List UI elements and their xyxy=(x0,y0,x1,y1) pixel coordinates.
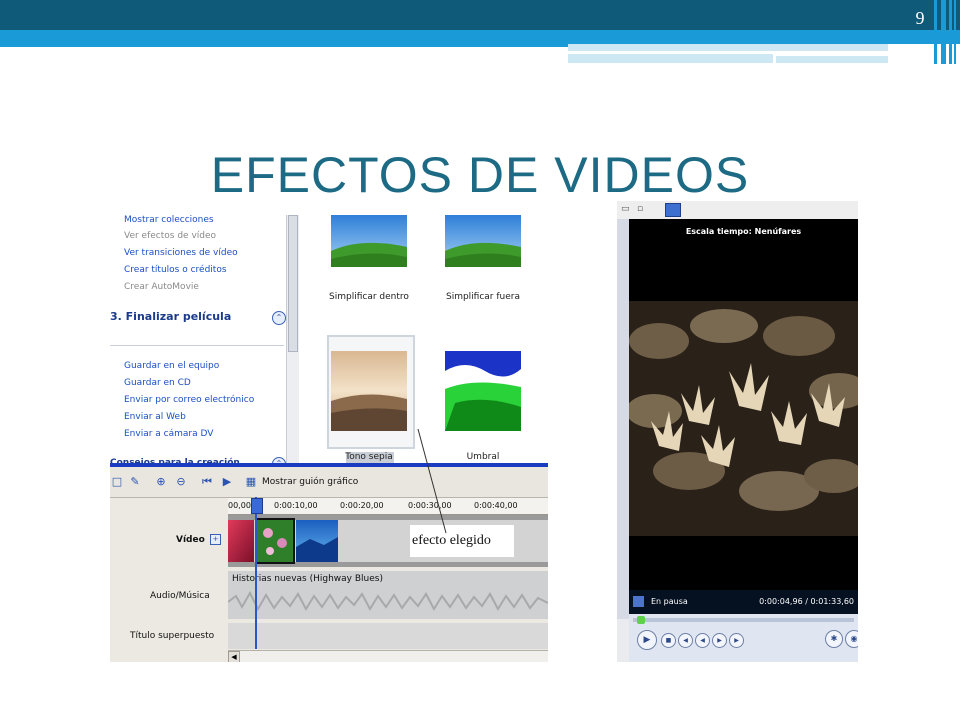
play-button[interactable]: ▶ xyxy=(637,630,657,650)
timeline-panel: □ ✎ ⊕ ⊖ ⏮ ▶ ▦ Mostrar guión gráfico 00,0… xyxy=(110,467,548,662)
collapse-finalize-icon[interactable]: ⌃ xyxy=(272,311,286,325)
playhead-handle[interactable] xyxy=(251,498,263,514)
playhead-line xyxy=(255,497,257,649)
task-save-cd[interactable]: Guardar en CD xyxy=(124,378,191,388)
finalize-header: 3. Finalizar película xyxy=(110,310,232,323)
effect-label: Simplificar dentro xyxy=(329,292,409,302)
header-rule xyxy=(0,44,570,47)
scrollbar-thumb[interactable] xyxy=(288,215,298,352)
header-band-light xyxy=(568,54,773,63)
hills-thumbnail-icon xyxy=(331,215,407,267)
task-send-email[interactable]: Enviar por correo electrónico xyxy=(124,395,254,405)
player-screenshot: ▭ ▫ Escala tiempo: Nenúfares En pausa 0:… xyxy=(617,201,858,662)
rewind-button[interactable]: ◀ xyxy=(695,633,710,648)
movie-maker-screenshot: Mostrar colecciones Ver efectos de vídeo… xyxy=(110,215,548,662)
header-band-gap xyxy=(568,51,888,53)
panel-divider xyxy=(110,345,284,346)
player-toolbar: ▭ ▫ xyxy=(617,201,858,220)
ruler-tick: 0:00:10,00 xyxy=(274,501,318,510)
previous-frame-button[interactable]: ◀ xyxy=(678,633,693,648)
zoom-in-icon[interactable]: ⊕ xyxy=(154,475,168,489)
split-icon[interactable]: ▭ xyxy=(621,204,630,214)
ruler-tick: 0:00:20,00 xyxy=(340,501,384,510)
next-frame-button[interactable]: ▶ xyxy=(729,633,744,648)
stop-button[interactable]: ■ xyxy=(661,633,676,648)
threshold-thumbnail-icon xyxy=(445,351,521,431)
effect-label: Umbral xyxy=(466,452,500,462)
header-band-light xyxy=(776,56,888,63)
effect-thumb-simplify-in[interactable] xyxy=(331,215,407,267)
show-storyboard-button[interactable]: Mostrar guión gráfico xyxy=(262,477,358,487)
header-band-blue xyxy=(0,30,960,44)
effect-thumb-sepia[interactable] xyxy=(331,351,407,431)
slide-number: 9 xyxy=(915,8,925,28)
take-picture-icon[interactable]: ◉ xyxy=(845,630,858,648)
preview-monitor: Escala tiempo: Nenúfares xyxy=(629,219,858,599)
track-label-audio: Audio/Música xyxy=(150,591,210,601)
timeline-toolbar: □ ✎ ⊕ ⊖ ⏮ ▶ ▦ Mostrar guión gráfico xyxy=(110,467,548,498)
timeline-scrollbar[interactable]: ◀ xyxy=(228,650,548,662)
ruler-tick: 00,00 xyxy=(228,501,251,510)
set-audio-levels-icon[interactable]: □ xyxy=(110,475,124,489)
audio-track[interactable]: Historias nuevas (Highway Blues) xyxy=(228,571,548,619)
status-icon xyxy=(633,596,644,607)
task-send-dv[interactable]: Enviar a cámara DV xyxy=(124,429,213,439)
storyboard-icon[interactable]: ▦ xyxy=(244,475,258,489)
playback-time: 0:00:04,96 / 0:01:33,60 xyxy=(759,597,854,606)
forward-button[interactable]: ▶ xyxy=(712,633,727,648)
task-show-collections[interactable]: Mostrar colecciones xyxy=(124,215,214,225)
header-band-light xyxy=(568,44,888,51)
sepia-thumbnail-icon xyxy=(331,351,407,431)
effect-label: Simplificar fuera xyxy=(445,292,520,302)
rewind-icon[interactable]: ⏮ xyxy=(200,475,214,489)
playback-status: En pausa xyxy=(651,597,688,606)
player-controls: ▶ ■ ◀ ◀ ▶ ▶ ✱ ◉ xyxy=(629,614,858,662)
track-labels: Vídeo + Audio/Música Título superpuesto xyxy=(110,515,228,662)
track-label-title: Título superpuesto xyxy=(130,631,215,641)
seek-bar[interactable] xyxy=(633,618,854,622)
audio-waveform-icon xyxy=(228,590,548,612)
task-create-titles[interactable]: Crear títulos o créditos xyxy=(124,265,227,275)
header-stripe xyxy=(954,0,956,64)
header-band-dark xyxy=(0,0,960,30)
ruler-tick: 0:00:40,00 xyxy=(474,501,518,510)
view-mode-icon[interactable] xyxy=(665,203,681,217)
water-lilies-preview-icon xyxy=(629,301,858,536)
play-icon[interactable]: ▶ xyxy=(220,475,234,489)
task-send-web[interactable]: Enviar al Web xyxy=(124,412,186,422)
time-ruler[interactable]: 00,00 0:00:10,00 0:00:20,00 0:00:30,00 0… xyxy=(228,498,548,515)
split-clip-icon[interactable]: ✱ xyxy=(825,630,843,648)
task-view-effects: Ver efectos de vídeo xyxy=(124,231,217,241)
preview-title: Escala tiempo: Nenúfares xyxy=(685,227,802,236)
zoom-out-icon[interactable]: ⊖ xyxy=(174,475,188,489)
effect-annotation: efecto elegido xyxy=(410,525,514,557)
scroll-left-icon[interactable]: ◀ xyxy=(228,651,240,662)
narrate-icon[interactable]: ✎ xyxy=(128,475,142,489)
slide-title: EFECTOS DE VIDEOS xyxy=(210,147,750,203)
track-label-video: Vídeo xyxy=(176,535,205,545)
snapshot-icon[interactable]: ▫ xyxy=(637,204,643,214)
task-view-transitions[interactable]: Ver transiciones de vídeo xyxy=(124,248,238,258)
task-create-automovie: Crear AutoMovie xyxy=(124,282,199,292)
task-save-computer[interactable]: Guardar en el equipo xyxy=(124,361,219,371)
effect-thumb-simplify-out[interactable] xyxy=(445,215,521,267)
effect-label: Tono sepia xyxy=(345,452,393,462)
ruler-tick: 0:00:30,00 xyxy=(408,501,452,510)
player-side-scrollbar[interactable] xyxy=(617,219,629,619)
expand-video-track-icon[interactable]: + xyxy=(210,534,221,545)
header-stripe xyxy=(941,0,946,64)
header-stripe xyxy=(949,0,952,64)
effect-thumb-threshold[interactable] xyxy=(445,351,521,431)
player-status-bar: En pausa 0:00:04,96 / 0:01:33,60 xyxy=(629,590,858,614)
seek-handle[interactable] xyxy=(637,616,645,624)
title-overlay-track[interactable] xyxy=(228,623,548,649)
hills-thumbnail-icon xyxy=(445,215,521,267)
